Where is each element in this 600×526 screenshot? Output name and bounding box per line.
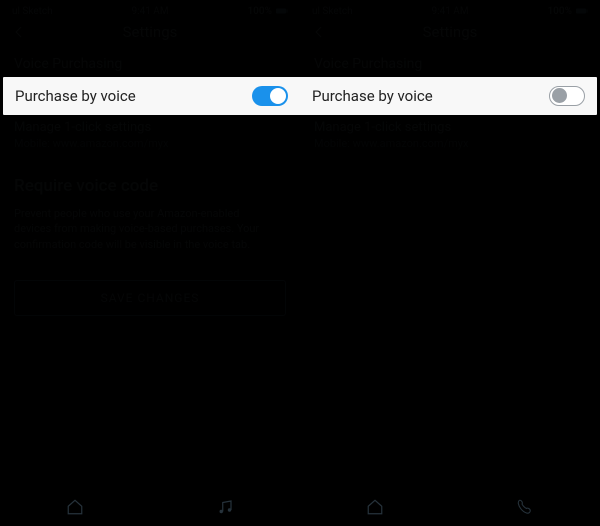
row-manage-1click-sub: Mobile: www.amazon.com/myx bbox=[0, 137, 300, 158]
status-time: 9:41 AM bbox=[432, 6, 469, 17]
home-icon[interactable] bbox=[366, 498, 384, 516]
require-voice-code-header: Require voice code bbox=[0, 158, 300, 204]
purchase-by-voice-toggle-off[interactable] bbox=[549, 86, 585, 106]
status-bar: ul Sketch 9:41 AM 100% bbox=[300, 0, 600, 18]
voice-purchasing-header: Voice Purchasing bbox=[0, 46, 300, 76]
row-manage-1click-sub: Mobile: www.amazon.com/myx bbox=[300, 137, 600, 158]
status-battery: 100% bbox=[547, 6, 572, 17]
battery-icon bbox=[276, 7, 288, 15]
back-icon[interactable] bbox=[12, 25, 26, 39]
purchase-by-voice-label: Purchase by voice bbox=[312, 87, 433, 105]
page-title: Settings bbox=[423, 23, 478, 41]
status-bar: ul Sketch 9:41 AM 100% bbox=[0, 0, 300, 18]
battery-icon bbox=[576, 7, 588, 15]
music-icon[interactable] bbox=[216, 498, 234, 516]
voice-purchasing-header: Voice Purchasing bbox=[300, 46, 600, 76]
status-battery: 100% bbox=[247, 6, 272, 17]
purchase-by-voice-label: Purchase by voice bbox=[15, 87, 136, 105]
row-manage-1click[interactable]: Manage 1-click settings bbox=[0, 114, 300, 137]
purchase-by-voice-row-left: Purchase by voice bbox=[3, 77, 300, 115]
purchase-by-voice-row-right: Purchase by voice bbox=[300, 77, 597, 115]
save-changes-button[interactable]: SAVE CHANGES bbox=[14, 280, 286, 316]
nav-row: Settings bbox=[300, 18, 600, 46]
page-title: Settings bbox=[123, 23, 178, 41]
home-icon[interactable] bbox=[66, 498, 84, 516]
require-voice-code-desc: Prevent people who use your Amazon-enabl… bbox=[0, 204, 280, 268]
nav-row: Settings bbox=[0, 18, 300, 46]
back-icon[interactable] bbox=[312, 25, 326, 39]
status-time: 9:41 AM bbox=[132, 6, 169, 17]
phone-icon[interactable] bbox=[516, 498, 534, 516]
purchase-by-voice-toggle-on[interactable] bbox=[252, 86, 288, 106]
status-carrier: ul Sketch bbox=[312, 6, 353, 17]
highlighted-row: Purchase by voice Purchase by voice bbox=[3, 77, 597, 115]
row-manage-1click[interactable]: Manage 1-click settings bbox=[300, 114, 600, 137]
status-carrier: ul Sketch bbox=[12, 6, 53, 17]
